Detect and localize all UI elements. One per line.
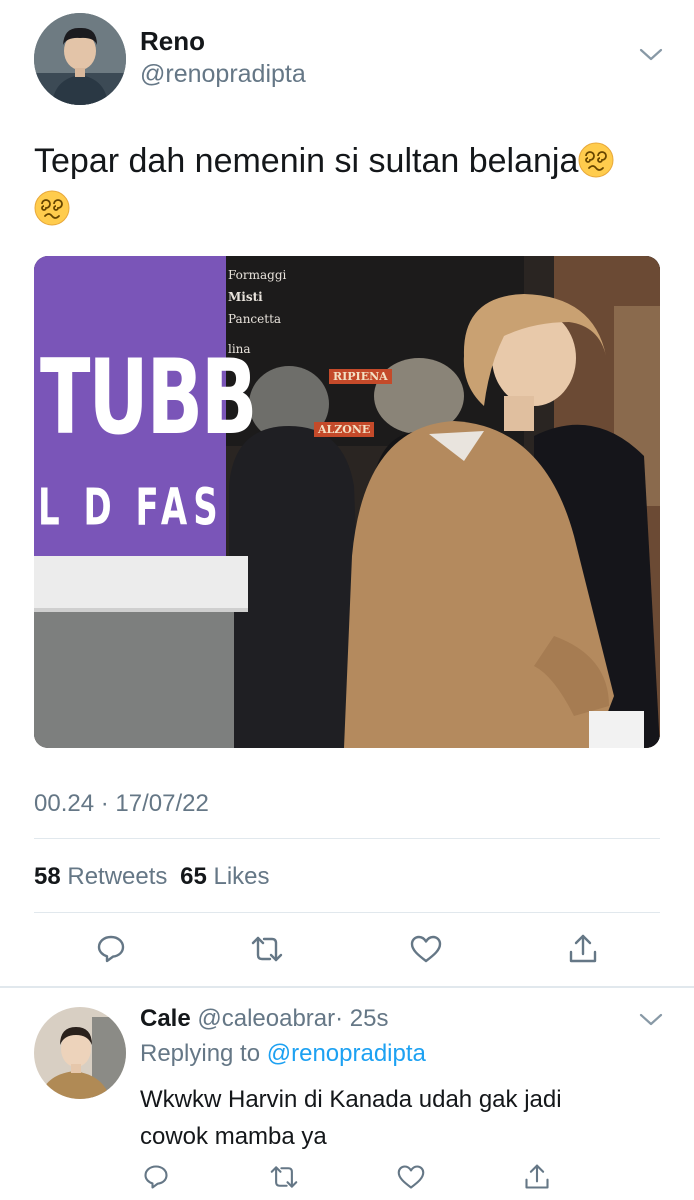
section-divider [0,986,694,988]
divider [34,912,660,913]
like-icon [410,935,442,963]
photo-menu-board: Formaggi Misti Pancetta lina [228,264,468,360]
retweet-icon [251,936,283,962]
photo-sign-purple: TUBB L D FAS [34,256,257,566]
replying-to: Replying to @renopradipta [140,1040,426,1068]
photo-counter-base [34,612,234,748]
reply-icon [97,935,125,963]
reply-text-line: cowok mamba ya [140,1123,327,1150]
reply-author-name[interactable]: Cale [140,1005,191,1032]
woozy-face-icon [34,190,70,226]
share-icon [569,934,597,963]
photo-menu-line: Formaggi [228,268,287,282]
reply-retweet-button[interactable] [264,1157,304,1197]
reply-author-avatar[interactable] [34,1007,126,1099]
likes-count[interactable]: 65 [180,863,207,890]
reply-button[interactable] [91,929,131,969]
share-icon [525,1164,549,1189]
photo-menu-highlight: ALZONE [314,422,375,437]
reply-icon [144,1165,168,1189]
reply-options-chevron-icon[interactable] [638,1010,664,1030]
photo-menu-line: lina [228,342,251,356]
tweet-options-chevron-icon[interactable] [638,45,664,65]
like-button[interactable] [406,929,446,969]
retweets-count[interactable]: 58 [34,863,61,890]
replying-to-label: Replying to [140,1040,261,1067]
likes-label[interactable]: Likes [213,863,269,890]
photo-menu-highlight: RIPIENA [329,369,392,384]
photo-sign-text-1: TUBB [40,338,257,459]
author-name[interactable]: Reno [140,26,205,57]
retweet-icon [270,1166,298,1188]
reply-text-line: Wkwkw Harvin di Kanada udah gak jadi [140,1086,562,1113]
like-icon [397,1165,425,1189]
tweet-timestamp[interactable]: 00.24 · 17/07/22 [34,790,209,818]
tweet-text-content: Tepar dah nemenin si sultan belanja [34,142,579,180]
retweets-label[interactable]: Retweets [67,863,167,890]
reply-like-button[interactable] [391,1157,431,1197]
reply-share-button[interactable] [517,1157,557,1197]
woozy-face-icon [578,142,614,178]
photo-sign-ledge [34,556,248,608]
share-button[interactable] [563,929,603,969]
reply-time[interactable]: · 25s [335,1005,388,1032]
tweet-stats: 58 Retweets 65 Likes [34,863,270,891]
retweet-button[interactable] [247,929,287,969]
replying-to-handle[interactable]: @renopradipta [267,1040,426,1067]
reply-author-handle[interactable]: @caleoabrar [197,1005,335,1032]
tweet-text: Tepar dah nemenin si sultan belanja [34,136,664,236]
reply-reply-button[interactable] [136,1157,176,1197]
author-handle[interactable]: @renopradipta [140,60,306,89]
photo-menu-line: Pancetta [228,312,282,326]
author-avatar[interactable] [34,13,126,105]
photo-menu-line: Misti [228,290,263,304]
reply-text: Wkwkw Harvin di Kanada udah gak jadi cow… [140,1081,562,1155]
reply-header: Cale @caleoabrar· 25s [140,1005,389,1033]
divider [34,838,660,839]
photo-sign-text-2: L D FAS [38,478,224,538]
tweet-photo[interactable]: TUBB L D FAS Formaggi Misti Pancetta lin… [34,256,660,748]
